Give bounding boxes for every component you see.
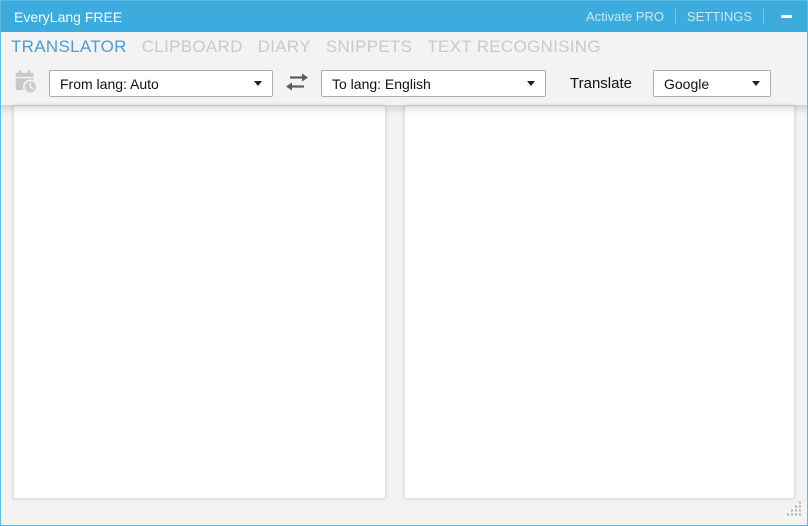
tab-text-recognising[interactable]: TEXT RECOGNISING [427,37,601,57]
to-lang-value: To lang: English [332,76,431,92]
title-bar: EveryLang FREE Activate PRO SETTINGS [1,1,807,32]
activate-pro-button[interactable]: Activate PRO [586,9,664,24]
source-text-area[interactable] [13,105,386,499]
titlebar-separator [675,9,676,24]
tab-clipboard[interactable]: CLIPBOARD [142,37,243,57]
chevron-down-icon [254,81,262,86]
window-title: EveryLang FREE [14,9,122,25]
titlebar-separator [763,9,764,24]
tab-translator[interactable]: TRANSLATOR [11,37,127,57]
tab-diary[interactable]: DIARY [258,37,311,57]
target-text-area[interactable] [404,105,795,499]
provider-value: Google [664,76,709,92]
to-lang-select[interactable]: To lang: English [321,70,546,97]
swap-languages-button[interactable] [282,71,312,96]
settings-button[interactable]: SETTINGS [687,9,752,24]
chevron-down-icon [752,81,760,86]
tab-bar: TRANSLATOR CLIPBOARD DIARY SNIPPETS TEXT… [1,32,807,62]
swap-arrows-icon [282,71,312,96]
minimize-icon [781,15,792,18]
translation-panes [1,105,807,499]
from-lang-select[interactable]: From lang: Auto [49,70,273,97]
app-window: EveryLang FREE Activate PRO SETTINGS TRA… [0,0,808,526]
minimize-button[interactable] [775,7,797,27]
from-lang-value: From lang: Auto [60,76,159,92]
translator-toolbar: From lang: Auto To lang: English Transla… [1,62,807,105]
history-button[interactable] [13,69,39,98]
provider-select[interactable]: Google [653,70,771,97]
chevron-down-icon [527,81,535,86]
translate-button[interactable]: Translate [570,75,632,92]
status-bar [1,499,807,525]
resize-grip[interactable] [786,500,803,522]
titlebar-actions: Activate PRO SETTINGS [586,7,797,27]
tab-snippets[interactable]: SNIPPETS [326,37,412,57]
calendar-clock-icon [13,69,39,98]
